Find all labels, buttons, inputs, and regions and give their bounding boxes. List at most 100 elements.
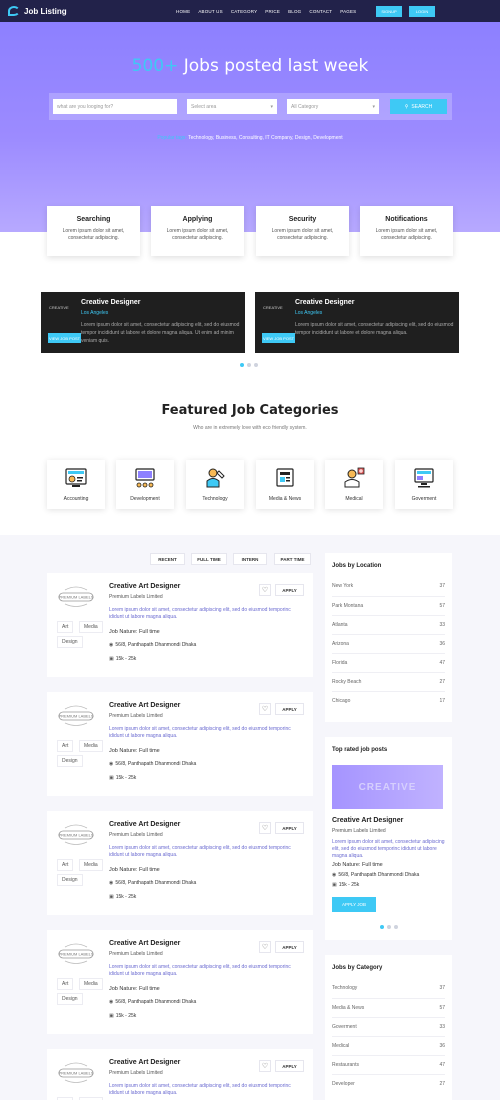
job-address: ◉ 56/8, Panthapath Dhanmondi Dhaka xyxy=(109,880,196,886)
company-logo-badge: PREMIUM LABELS xyxy=(58,1062,94,1083)
slider-dot[interactable] xyxy=(387,925,391,929)
sidebar-list-item[interactable]: Media & News 57 xyxy=(332,998,445,1016)
favorite-heart-icon[interactable]: ♡ xyxy=(259,822,271,834)
location-icon: ◉ xyxy=(109,642,114,648)
top-navbar: Job Listing HOME ABOUT US CATEGORY PRICE… xyxy=(0,0,500,22)
category-select[interactable]: All Category ▾ xyxy=(287,99,379,114)
menu-item-pages[interactable]: PAGES xyxy=(340,9,356,14)
area-select[interactable]: Select area ▾ xyxy=(187,99,277,114)
job-title[interactable]: Creative Art Designer xyxy=(109,1059,180,1066)
top-rated-job-title[interactable]: Creative Art Designer xyxy=(332,817,403,824)
job-address-text: 56/8, Panthapath Dhanmondi Dhaka xyxy=(115,642,197,648)
view-job-post-button[interactable]: VIEW JOB POST xyxy=(262,333,295,343)
sidebar-list-item[interactable]: Technology 37 xyxy=(332,979,445,997)
popular-tags: Popular tags: Technology, Business, Cons… xyxy=(0,135,500,141)
signup-button[interactable]: SIGNUP xyxy=(376,6,402,17)
slide-job-title[interactable]: Creative Designer xyxy=(81,299,141,306)
category-card-technology[interactable]: Technology xyxy=(186,460,244,509)
job-tag-design[interactable]: Design xyxy=(57,636,83,648)
menu-item-blog[interactable]: BLOG xyxy=(288,9,301,14)
filter-tab-part-time[interactable]: PART TIME xyxy=(274,553,311,565)
job-tag-art[interactable]: Art xyxy=(57,740,74,752)
apply-button[interactable]: APPLY xyxy=(275,584,304,596)
sidebar-list-item[interactable]: Rocky Beach 27 xyxy=(332,672,445,690)
job-tag-art[interactable]: Art xyxy=(57,978,74,990)
job-title[interactable]: Creative Art Designer xyxy=(109,940,180,947)
slider-dot[interactable] xyxy=(254,363,258,367)
job-company: Premium Labels Limited xyxy=(109,1070,163,1076)
apply-button[interactable]: APPLY xyxy=(275,822,304,834)
job-title[interactable]: Creative Art Designer xyxy=(109,821,180,828)
sidebar-item-label: Atlanta xyxy=(332,621,348,628)
chevron-down-icon: ▾ xyxy=(372,103,375,110)
filter-tab-intern[interactable]: INTERN xyxy=(233,553,267,565)
sidebar-list-item[interactable]: Goverment 33 xyxy=(332,1017,445,1035)
sidebar-list-item[interactable]: Medical 36 xyxy=(332,1036,445,1054)
menu-item-home[interactable]: HOME xyxy=(176,9,190,14)
keyword-search-input[interactable]: what are you looging for? xyxy=(53,99,177,114)
favorite-heart-icon[interactable]: ♡ xyxy=(259,584,271,596)
sidebar-list-item[interactable]: Restaurants 47 xyxy=(332,1055,445,1073)
slider-dot[interactable] xyxy=(394,925,398,929)
sidebar-list-item[interactable]: Developer 27 xyxy=(332,1074,445,1092)
category-card-development[interactable]: Development xyxy=(116,460,174,509)
slider-dot[interactable] xyxy=(240,363,244,367)
apply-job-button[interactable]: APPLY JOB xyxy=(332,897,376,912)
job-tag-media[interactable]: Media xyxy=(79,740,103,752)
company-logo-text: PREMIUM LABELS xyxy=(58,952,93,957)
category-card-goverment[interactable]: Goverment xyxy=(395,460,453,509)
login-button[interactable]: LOGIN xyxy=(409,6,435,17)
feature-card-applying: Applying Lorem ipsum dolor sit amet, con… xyxy=(151,206,244,256)
sidebar-item-count: 27 xyxy=(439,678,445,685)
job-tag-design[interactable]: Design xyxy=(57,993,83,1005)
site-logo[interactable]: Job Listing xyxy=(8,6,67,16)
apply-button[interactable]: APPLY xyxy=(275,941,304,953)
job-tag-media[interactable]: Media xyxy=(79,621,103,633)
filter-tab-recent[interactable]: RECENT xyxy=(150,553,185,565)
category-card-medical[interactable]: Medical xyxy=(325,460,383,509)
sidebar-list-item[interactable]: Atlanta 33 xyxy=(332,615,445,633)
sidebar-list-item[interactable]: Park Montana 57 xyxy=(332,596,445,614)
view-job-post-button[interactable]: VIEW JOB POST xyxy=(48,333,81,343)
slide-job-title[interactable]: Creative Designer xyxy=(295,299,355,306)
favorite-heart-icon[interactable]: ♡ xyxy=(259,1060,271,1072)
category-card-accounting[interactable]: Accounting xyxy=(47,460,105,509)
job-tag-art[interactable]: Art xyxy=(57,859,74,871)
feature-text: Lorem ipsum dolor sit amet, consectetur … xyxy=(271,228,334,241)
menu-item-price[interactable]: PRICE xyxy=(265,9,280,14)
job-tag-art[interactable]: Art xyxy=(57,621,74,633)
top-rated-image[interactable]: CREATIVE xyxy=(332,765,443,809)
sidebar-list-item[interactable]: Chicago 17 xyxy=(332,691,445,709)
slider-dot[interactable] xyxy=(247,363,251,367)
sidebar-list-item[interactable]: Florida 47 xyxy=(332,653,445,671)
slider-dot[interactable] xyxy=(380,925,384,929)
job-title[interactable]: Creative Art Designer xyxy=(109,702,180,709)
sidebar-item-label: Developer xyxy=(332,1080,355,1087)
job-tag-design[interactable]: Design xyxy=(57,755,83,767)
sidebar-item-label: New York xyxy=(332,583,354,589)
job-tag-media[interactable]: Media xyxy=(79,859,103,871)
job-tag-media[interactable]: Media xyxy=(79,978,103,990)
job-tag-design[interactable]: Design xyxy=(57,874,83,886)
sidebar-list-item[interactable]: Arizona 36 xyxy=(332,634,445,652)
menu-item-category[interactable]: CATEGORY xyxy=(231,9,257,14)
filter-tab-full-time[interactable]: FULL TIME xyxy=(191,553,227,565)
job-description: Lorem ipsum dolor sit amet, consectetur … xyxy=(109,964,291,977)
menu-item-contact[interactable]: CONTACT xyxy=(309,9,332,14)
favorite-heart-icon[interactable]: ♡ xyxy=(259,941,271,953)
search-button[interactable]: ⚲ SEARCH xyxy=(390,99,447,114)
favorite-heart-icon[interactable]: ♡ xyxy=(259,703,271,715)
category-label: Media & News xyxy=(268,496,302,502)
sidebar-item-label: Arizona xyxy=(332,640,349,647)
job-title[interactable]: Creative Art Designer xyxy=(109,583,180,590)
category-card-media-news[interactable]: Media & News xyxy=(256,460,314,509)
job-nature: Job Nature: Full time xyxy=(109,629,160,635)
popular-tags-list[interactable]: Technology, Business, Consulting, IT Com… xyxy=(188,135,343,141)
apply-button[interactable]: APPLY xyxy=(275,1060,304,1072)
menu-item-about[interactable]: ABOUT US xyxy=(198,9,223,14)
sidebar-item-count: 37 xyxy=(439,583,445,589)
apply-button[interactable]: APPLY xyxy=(275,703,304,715)
sidebar-item-count: 47 xyxy=(439,659,445,666)
sidebar-list-item[interactable]: New York 37 xyxy=(332,577,445,595)
job-description: Lorem ipsum dolor sit amet, consectetur … xyxy=(109,845,291,858)
